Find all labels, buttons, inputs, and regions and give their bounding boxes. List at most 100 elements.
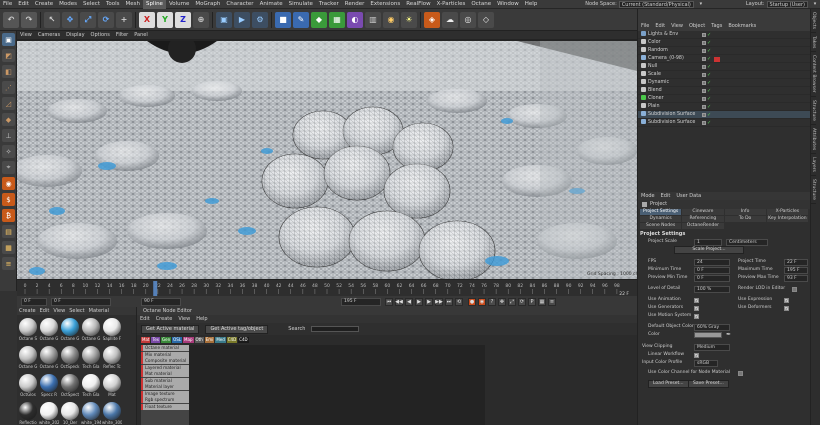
material-menu-material[interactable]: Material: [87, 307, 111, 315]
visibility-toggle[interactable]: [702, 113, 706, 117]
pen-icon[interactable]: ✎: [293, 11, 309, 28]
param-key-icon[interactable]: P: [528, 297, 536, 306]
visibility-toggle[interactable]: [702, 33, 706, 37]
material-swatch[interactable]: Reflectio: [18, 401, 38, 425]
visibility-toggle[interactable]: [702, 65, 706, 69]
subdivision-icon[interactable]: ◆: [311, 11, 327, 28]
render-lod-checkbox[interactable]: [792, 286, 797, 292]
octane-material-icon[interactable]: ◎: [460, 11, 476, 28]
save-preset-button[interactable]: Save Preset...: [688, 380, 729, 388]
object-menu-object[interactable]: Object: [686, 22, 708, 31]
preview-max-field[interactable]: 93 F: [784, 274, 808, 282]
node-tag-gen[interactable]: Gen: [161, 337, 172, 343]
menu-item-x-particles[interactable]: X-Particles: [434, 0, 469, 9]
material-swatch[interactable]: Octane G: [60, 317, 80, 343]
object-row[interactable]: Null ✓: [638, 63, 810, 71]
right-tab-structure[interactable]: Structure: [811, 97, 816, 125]
material-swatch[interactable]: 10_Der: [60, 401, 80, 425]
menu-item-modes[interactable]: Modes: [56, 0, 80, 9]
fps-field[interactable]: 24: [694, 258, 730, 266]
object-menu-tags[interactable]: Tags: [708, 22, 725, 31]
eyedropper-icon[interactable]: ✒: [726, 331, 731, 339]
tab-scene-nodes[interactable]: Scene Nodes: [640, 223, 682, 229]
project-time-field[interactable]: 22 F: [784, 258, 808, 266]
object-row[interactable]: Random ✓: [638, 47, 810, 55]
enabled-check-icon[interactable]: ✓: [707, 47, 711, 55]
tab-project-settings[interactable]: Project Settings: [640, 209, 682, 215]
node-list-item[interactable]: Float texture: [141, 403, 189, 410]
view-clipping-dropdown[interactable]: Medium: [694, 343, 730, 351]
tab-referencing[interactable]: Referencing: [682, 216, 724, 222]
max-time-field[interactable]: 195 F: [784, 266, 808, 274]
object-row[interactable]: Cloner ✓: [638, 95, 810, 103]
timeline-ruler[interactable]: 0 2 4 6 8 10 12 14 16 18 20 22 24 26 28 30 32 34 36 38 40 42 4…: [17, 280, 637, 297]
node-tag-med[interactable]: Med: [215, 337, 226, 343]
visibility-toggle[interactable]: [702, 73, 706, 77]
right-tab-structure[interactable]: Structure: [811, 176, 816, 204]
undo-icon[interactable]: ↶: [3, 11, 19, 28]
model-mode-icon[interactable]: ▣: [2, 33, 15, 46]
right-tab-objects[interactable]: Objects: [811, 9, 816, 34]
octane-settings-icon[interactable]: ☁: [442, 11, 458, 28]
tab-x-particles[interactable]: X-Particles: [766, 209, 808, 215]
keyframe-selection-icon[interactable]: ?: [488, 297, 496, 306]
menu-item-window[interactable]: Window: [494, 0, 522, 9]
node-tag-tex[interactable]: Tex: [151, 337, 161, 343]
menu-item-edit[interactable]: Edit: [15, 0, 32, 9]
menu-item-spline[interactable]: Spline: [143, 0, 166, 9]
deformer-icon[interactable]: ◐: [347, 11, 363, 28]
menu-item-help[interactable]: Help: [522, 0, 541, 9]
record-icon[interactable]: ●: [468, 297, 476, 306]
node-tag-mat[interactable]: Mat: [141, 337, 151, 343]
menu-item-tools[interactable]: Tools: [103, 0, 123, 9]
menu-item-realflow[interactable]: RealFlow: [403, 0, 433, 9]
node-tag-oth[interactable]: Oth: [194, 337, 204, 343]
axis-z-button[interactable]: Z: [175, 11, 191, 28]
dollar-icon[interactable]: $: [2, 193, 15, 206]
points-mode-icon[interactable]: ⋰: [2, 81, 15, 94]
tweak-mode-icon[interactable]: ✧: [2, 145, 15, 158]
menu-item-mograph[interactable]: MoGraph: [192, 0, 223, 9]
material-swatch[interactable]: Octane G: [18, 345, 38, 371]
enabled-check-icon[interactable]: ✓: [707, 31, 711, 39]
material-swatch[interactable]: Tech Gla: [81, 345, 101, 371]
material-swatch[interactable]: Specc R: [39, 373, 59, 399]
object-row[interactable]: Subdivision Surface ✓: [638, 119, 810, 127]
viewport-menu-view[interactable]: View: [17, 31, 35, 39]
start-frame-field[interactable]: 0 F: [21, 297, 47, 306]
next-key-icon[interactable]: ▶▶: [435, 297, 443, 306]
octane-object-icon[interactable]: ◇: [478, 11, 494, 28]
get-active-material-button[interactable]: Get Active material: [141, 324, 200, 334]
visibility-toggle[interactable]: [702, 49, 706, 53]
linear-workflow-checkbox[interactable]: ✓: [694, 352, 699, 358]
visibility-toggle[interactable]: [702, 41, 706, 45]
material-menu-select[interactable]: Select: [67, 307, 86, 315]
enabled-check-icon[interactable]: ✓: [707, 55, 711, 63]
enabled-check-icon[interactable]: ✓: [707, 79, 711, 87]
material-swatch[interactable]: Octane G: [81, 317, 101, 343]
object-row[interactable]: Scale ✓: [638, 71, 810, 79]
node-space-dropdown[interactable]: Current (Standard/Physical): [618, 1, 694, 8]
object-row[interactable]: Lights & Env ✓: [638, 31, 810, 39]
color-swatch[interactable]: [694, 332, 722, 338]
material-menu-view[interactable]: View: [51, 307, 67, 315]
texture-mode-icon[interactable]: ◩: [2, 49, 15, 62]
recent-tools-icon[interactable]: +: [116, 11, 132, 28]
next-frame-icon[interactable]: ▶: [425, 297, 433, 306]
axis-x-button[interactable]: X: [139, 11, 155, 28]
cube-icon[interactable]: ■: [275, 11, 291, 28]
octane-live-viewer-icon[interactable]: ◈: [424, 11, 440, 28]
grid-icon[interactable]: ▦: [2, 241, 15, 254]
snap-icon[interactable]: ⌖: [2, 161, 15, 174]
go-to-start-icon[interactable]: ⏮: [385, 297, 393, 306]
material-menu-create[interactable]: Create: [17, 307, 38, 315]
menu-item-mesh[interactable]: Mesh: [123, 0, 143, 9]
octane-menu-create[interactable]: Create: [153, 315, 176, 323]
material-swatch[interactable]: Octane G: [39, 317, 59, 343]
object-row[interactable]: Camera_(0-98) ✓: [638, 55, 810, 63]
right-tab-attributes[interactable]: Attributes: [811, 125, 816, 155]
material-swatch[interactable]: OctGlos: [18, 373, 38, 399]
bitcoin-icon[interactable]: ₿: [2, 209, 15, 222]
node-tag-emi[interactable]: Emi: [204, 337, 215, 343]
scale-icon[interactable]: ⤢: [80, 11, 96, 28]
